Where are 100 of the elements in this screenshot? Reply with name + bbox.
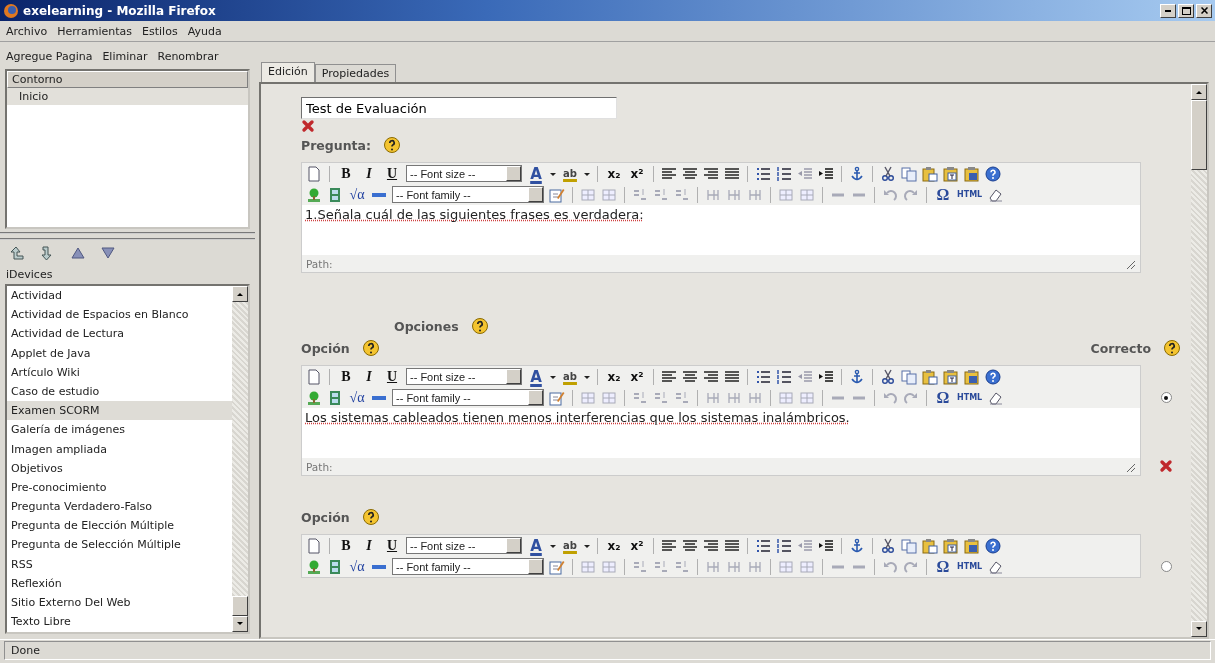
help-icon[interactable] <box>1163 339 1181 357</box>
idevice-item[interactable]: RSS <box>7 554 232 574</box>
italic-button[interactable]: I <box>360 537 378 554</box>
idevice-item[interactable]: Caso de estudio <box>7 381 232 402</box>
help-icon[interactable] <box>985 537 1001 554</box>
paste-icon[interactable] <box>922 368 938 385</box>
tab[interactable]: Edición <box>261 62 315 82</box>
italic-button[interactable]: I <box>360 165 378 182</box>
scroll-up-button[interactable] <box>1191 84 1207 100</box>
align-left-icon[interactable] <box>661 537 677 554</box>
bold-button[interactable]: B <box>337 165 355 182</box>
close-button[interactable] <box>1196 3 1212 18</box>
align-center-icon[interactable] <box>682 537 698 554</box>
idevice-item[interactable]: Artículo Wiki <box>7 362 232 382</box>
cut-icon[interactable] <box>880 165 896 182</box>
anchor-icon[interactable] <box>849 537 865 554</box>
menu-item[interactable]: Estilos <box>140 24 186 38</box>
text-color-button[interactable]: A <box>527 164 545 183</box>
idevice-item[interactable]: Pregunta de Selección Múltiple <box>7 535 232 555</box>
numbered-list-icon[interactable] <box>776 368 792 385</box>
idevice-item[interactable]: Actividad <box>7 286 232 306</box>
cut-icon[interactable] <box>880 368 896 385</box>
paste-word-icon[interactable] <box>964 537 980 554</box>
indent-icon[interactable] <box>818 165 834 182</box>
html-button[interactable]: HTML <box>957 562 983 571</box>
justify-icon[interactable] <box>724 368 740 385</box>
highlight-color-button[interactable]: ab <box>561 540 579 551</box>
font-family-select[interactable]: -- Font family -- <box>392 186 544 203</box>
move-up-icon[interactable] <box>70 245 86 261</box>
anchor-icon[interactable] <box>849 368 865 385</box>
caret-icon[interactable] <box>550 373 556 380</box>
math-button[interactable]: √α <box>348 389 366 406</box>
idevice-item[interactable]: Galería de imágenes <box>7 420 232 440</box>
film-icon[interactable] <box>327 389 343 406</box>
menu-item[interactable]: Herramientas <box>55 24 141 38</box>
math-button[interactable]: √α <box>348 186 366 203</box>
subscript-button[interactable]: x₂ <box>605 166 623 181</box>
justify-icon[interactable] <box>724 537 740 554</box>
outline-action-button[interactable]: Renombrar <box>157 50 219 63</box>
html-button[interactable]: HTML <box>957 190 983 199</box>
idevice-item[interactable]: Applet de Java <box>7 343 232 363</box>
splitter-bar[interactable] <box>0 232 255 240</box>
idevice-item[interactable]: Examen SCORM <box>7 401 232 421</box>
italic-button[interactable]: I <box>360 368 378 385</box>
new-document-icon[interactable] <box>306 537 322 554</box>
new-document-icon[interactable] <box>306 165 322 182</box>
caret-icon[interactable] <box>550 170 556 177</box>
html-button[interactable]: HTML <box>957 393 983 402</box>
outline-item[interactable]: Inicio <box>7 88 248 105</box>
indent-icon[interactable] <box>818 537 834 554</box>
film-icon[interactable] <box>327 558 343 575</box>
edit-icon[interactable] <box>549 389 565 406</box>
delete-icon[interactable] <box>301 119 315 133</box>
menu-item[interactable]: Ayuda <box>185 24 230 38</box>
paste-text-icon[interactable] <box>943 537 959 554</box>
font-family-select[interactable]: -- Font family -- <box>392 558 544 575</box>
idevice-item[interactable]: Actividad de Espacios en Blanco <box>7 305 232 325</box>
superscript-button[interactable]: x² <box>628 369 646 384</box>
subscript-button[interactable]: x₂ <box>605 538 623 553</box>
underline-button[interactable]: U <box>383 368 401 385</box>
numbered-list-icon[interactable] <box>776 537 792 554</box>
subscript-button[interactable]: x₂ <box>605 369 623 384</box>
font-size-select[interactable]: -- Font size -- <box>406 165 522 182</box>
copy-icon[interactable] <box>901 537 917 554</box>
outline-action-button[interactable]: Eliminar <box>102 50 148 63</box>
idevice-item[interactable]: Pre-conocimiento <box>7 477 232 498</box>
editor-text[interactable]: Los sistemas cableados tienen menos interferencias que los sistemas inalámbricos. <box>302 408 1140 458</box>
move-down-icon[interactable] <box>100 245 116 261</box>
paste-word-icon[interactable] <box>964 368 980 385</box>
idevice-item[interactable]: Texto Libre <box>7 612 232 632</box>
text-color-button[interactable]: A <box>527 367 545 386</box>
superscript-button[interactable]: x² <box>628 166 646 181</box>
paste-text-icon[interactable] <box>943 165 959 182</box>
editor-text[interactable]: 1.Señala cuál de las siguientes frases es verdadera: <box>302 205 1140 255</box>
help-icon[interactable] <box>985 165 1001 182</box>
caret-icon[interactable] <box>584 542 590 549</box>
idevice-item[interactable]: Objetivos <box>7 458 232 478</box>
superscript-button[interactable]: x² <box>628 538 646 553</box>
align-left-icon[interactable] <box>661 368 677 385</box>
image-icon[interactable] <box>306 389 322 406</box>
scroll-thumb[interactable] <box>232 596 248 616</box>
outdent-icon[interactable] <box>797 537 813 554</box>
image-icon[interactable] <box>306 558 322 575</box>
outdent-icon[interactable] <box>797 368 813 385</box>
paste-icon[interactable] <box>922 537 938 554</box>
promote-arrow-icon[interactable] <box>10 245 26 261</box>
anchor-icon[interactable] <box>849 165 865 182</box>
scroll-thumb[interactable] <box>1191 100 1207 170</box>
idevice-item[interactable]: Reflexión <box>7 573 232 593</box>
edit-icon[interactable] <box>549 186 565 203</box>
help-icon[interactable] <box>361 508 380 526</box>
new-document-icon[interactable] <box>306 368 322 385</box>
highlight-color-button[interactable]: ab <box>561 168 579 179</box>
paste-word-icon[interactable] <box>964 165 980 182</box>
special-character-button[interactable]: Ω <box>934 185 952 204</box>
paste-icon[interactable] <box>922 165 938 182</box>
special-character-button[interactable]: Ω <box>934 557 952 576</box>
bold-button[interactable]: B <box>337 368 355 385</box>
caret-icon[interactable] <box>584 170 590 177</box>
image-icon[interactable] <box>306 186 322 203</box>
